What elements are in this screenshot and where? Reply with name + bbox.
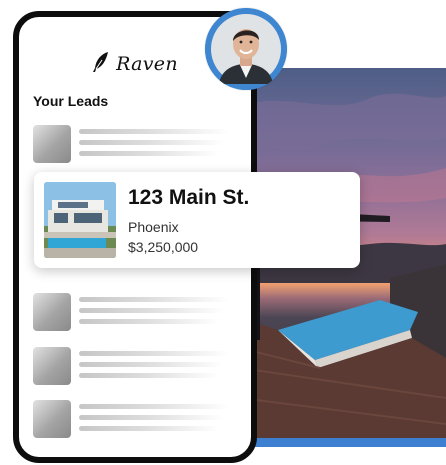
listing-price: $3,250,000 <box>128 239 199 255</box>
lead-line <box>79 297 229 302</box>
featured-lead-card[interactable]: 123 Main St. Phoenix $3,250,000 <box>34 172 360 268</box>
lead-line <box>79 129 229 134</box>
photo-accent-strip <box>240 438 446 447</box>
listing-address: 123 Main St. <box>128 186 250 209</box>
brand-name: Raven <box>116 53 178 75</box>
lead-placeholder-4[interactable] <box>33 400 233 440</box>
lead-placeholder-2[interactable] <box>33 293 233 333</box>
lead-line <box>79 404 229 409</box>
lead-line <box>79 351 229 356</box>
lead-placeholder-1[interactable] <box>33 125 233 165</box>
lead-line <box>79 308 224 313</box>
lead-line <box>79 151 219 156</box>
lead-line <box>79 140 224 145</box>
lead-line <box>79 362 224 367</box>
lead-thumbnail <box>33 347 71 385</box>
lead-thumbnail <box>33 400 71 438</box>
lead-thumbnail <box>33 293 71 331</box>
listing-city: Phoenix <box>128 219 179 235</box>
listing-thumbnail <box>44 182 116 258</box>
section-title: Your Leads <box>33 93 109 109</box>
lead-placeholder-3[interactable] <box>33 347 233 387</box>
feather-icon <box>92 51 110 78</box>
lead-thumbnail <box>33 125 71 163</box>
lead-line <box>79 319 219 324</box>
lead-line <box>79 373 219 378</box>
lead-line <box>79 426 219 431</box>
agent-avatar[interactable] <box>205 8 287 90</box>
lead-line <box>79 415 224 420</box>
